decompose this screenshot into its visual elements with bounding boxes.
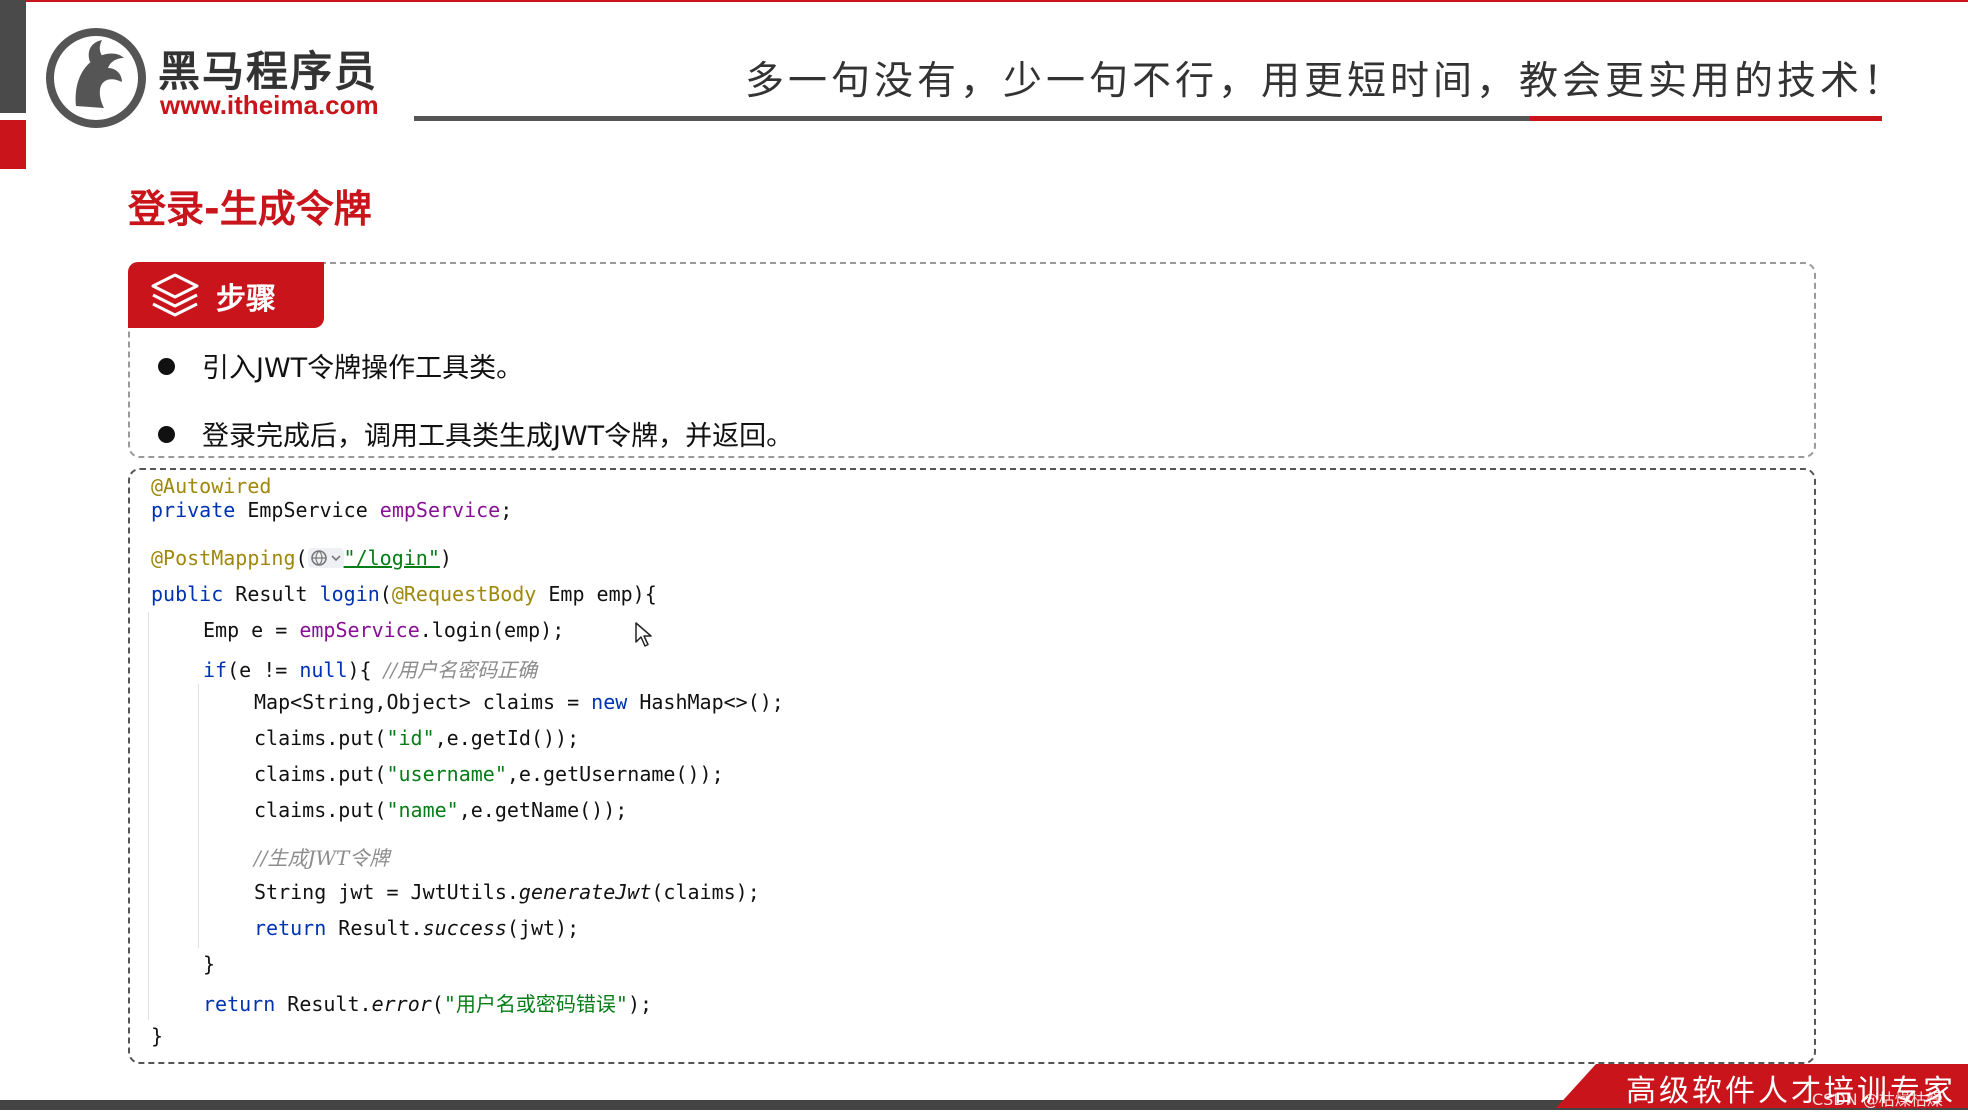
left-accent-bar-gray: [0, 0, 26, 113]
close-brace: }: [203, 952, 216, 976]
error-close: );: [627, 992, 653, 1016]
layers-icon: [151, 273, 199, 317]
comment-generate-jwt: //生成JWT令牌: [254, 846, 390, 870]
code-line: }: [203, 952, 215, 976]
brand-logo: 黑马程序员 www.itheima.com: [46, 28, 386, 128]
mouse-cursor-icon: [635, 622, 652, 647]
indent-guide: [148, 612, 149, 1020]
param-emp: Emp emp){: [536, 582, 657, 606]
keyword-public: public: [151, 582, 224, 606]
error-open: (: [431, 992, 444, 1016]
header-rule: [414, 116, 1534, 121]
code-line: @Autowired: [151, 474, 271, 498]
close-brace: }: [151, 1024, 164, 1048]
annotation-post-mapping: @PostMapping: [151, 546, 296, 570]
jwt-args: (claims);: [651, 880, 760, 904]
if-condition: (e !=: [227, 658, 300, 682]
keyword-null: null: [299, 658, 348, 682]
annotation-autowired: @Autowired: [151, 474, 272, 498]
code-line: Map<String,Object> claims = new HashMap<…: [254, 690, 784, 714]
horse-logo-icon: [46, 28, 146, 128]
indent-guide: [198, 684, 199, 948]
login-call: .login(emp);: [419, 618, 565, 642]
code-line: private EmpService empService;: [151, 498, 512, 522]
login-path-link[interactable]: "/login": [344, 546, 440, 570]
field-emp-service: empService: [379, 498, 501, 522]
map-decl: Map<String,Object> claims =: [254, 690, 592, 714]
emp-e-decl: Emp e =: [203, 618, 300, 642]
keyword-if: if: [203, 658, 228, 682]
page-title: 登录-生成令牌: [128, 187, 372, 231]
type-emp-service: EmpService: [235, 498, 380, 522]
semicolon: ;: [500, 498, 513, 522]
annotation-request-body: @RequestBody: [391, 582, 537, 606]
result-ref: Result.: [275, 992, 372, 1016]
code-line: return Result.error("用户名或密码错误");: [203, 988, 652, 1017]
method-error: error: [371, 992, 432, 1016]
field-emp-service: empService: [299, 618, 420, 642]
string-name: "name": [386, 798, 459, 822]
keyword-return: return: [203, 992, 276, 1016]
step-text: 登录完成后，调用工具类生成JWT令牌，并返回。: [202, 421, 794, 452]
code-line: @PostMapping( "/login"): [151, 546, 452, 570]
string-username: "username": [386, 762, 507, 786]
method-success: success: [422, 916, 507, 940]
code-line: }: [151, 1024, 163, 1048]
code-line: //生成JWT令牌: [254, 842, 389, 871]
type-result: Result: [223, 582, 320, 606]
hashmap-ctor: HashMap<>();: [627, 690, 784, 714]
string-id: "id": [386, 726, 435, 750]
open-paren: (: [379, 582, 392, 606]
claims-put: claims.put(: [254, 762, 387, 786]
code-line: if(e != null){ //用户名密码正确: [203, 654, 537, 683]
top-accent-line: [0, 0, 1968, 2]
code-line: claims.put("id",e.getId());: [254, 726, 579, 750]
claims-put: claims.put(: [254, 726, 387, 750]
keyword-new: new: [591, 690, 628, 714]
keyword-return: return: [254, 916, 327, 940]
close-paren: ): [439, 546, 452, 570]
success-args: (jwt);: [506, 916, 580, 940]
left-accent-bar-red: [0, 120, 26, 169]
code-line: public Result login(@RequestBody Emp emp…: [151, 582, 657, 606]
steps-tab: 步骤: [128, 262, 324, 328]
string-error-message: "用户名或密码错误": [443, 992, 628, 1016]
web-endpoint-icon[interactable]: [307, 548, 344, 568]
comment-credentials-correct: //用户名密码正确: [383, 658, 538, 682]
claims-put: claims.put(: [254, 798, 387, 822]
bullet-dot: [158, 426, 175, 443]
get-id-call: ,e.getId());: [434, 726, 580, 750]
open-paren: (: [295, 546, 308, 570]
header-rule-accent: [1530, 116, 1882, 121]
get-username-call: ,e.getUsername());: [506, 762, 724, 786]
code-line: claims.put("name",e.getName());: [254, 798, 627, 822]
keyword-private: private: [151, 498, 236, 522]
step-item: 登录完成后，调用工具类生成JWT令牌，并返回。: [158, 412, 1758, 458]
step-text: 引入JWT令牌操作工具类。: [202, 353, 524, 384]
method-login: login: [319, 582, 380, 606]
code-line: Emp e = empService.login(emp);: [203, 618, 564, 642]
jwt-decl: String jwt = JwtUtils.: [254, 880, 519, 904]
if-close: ){: [347, 658, 384, 682]
brand-url: www.itheima.com: [160, 90, 379, 120]
code-line: String jwt = JwtUtils.generateJwt(claims…: [254, 880, 760, 904]
get-name-call: ,e.getName());: [458, 798, 628, 822]
result-ref: Result.: [326, 916, 423, 940]
code-line: claims.put("username",e.getUsername());: [254, 762, 724, 786]
steps-label: 步骤: [216, 282, 276, 317]
watermark: CSDN @枯燥枯燥: [1812, 1090, 1943, 1109]
bullet-dot: [158, 358, 175, 375]
step-item: 引入JWT令牌操作工具类。: [158, 344, 1758, 390]
code-line: return Result.success(jwt);: [254, 916, 579, 940]
header-slogan: 多一句没有，少一句不行，用更短时间，教会更实用的技术！: [745, 59, 1907, 104]
method-generate-jwt: generateJwt: [518, 880, 652, 904]
